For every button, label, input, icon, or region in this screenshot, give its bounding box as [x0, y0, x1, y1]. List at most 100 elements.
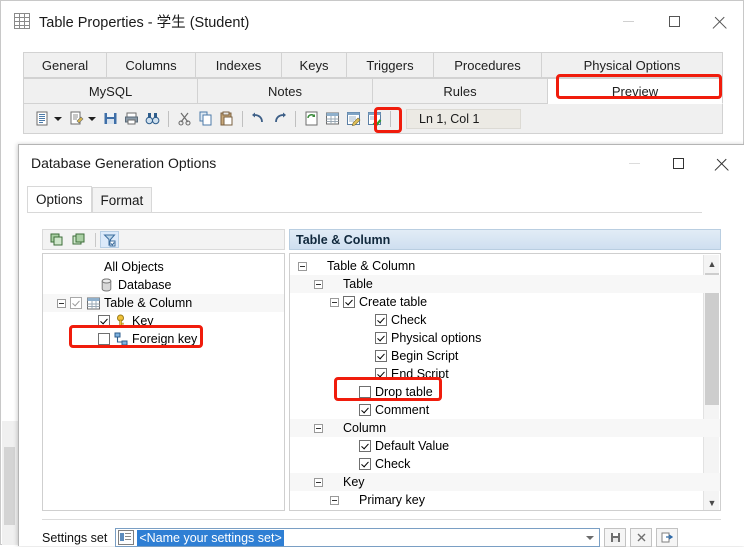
settings-set-combobox[interactable]: <Name your settings set> [115, 528, 601, 547]
collapse-icon[interactable] [57, 298, 66, 308]
tree-item-end-script[interactable]: End Script [290, 365, 720, 383]
tree-item-check[interactable]: Check [290, 455, 720, 473]
tab-indexes[interactable]: Indexes [196, 52, 282, 78]
checkbox-foreign-key[interactable] [98, 333, 110, 345]
minimize-icon [622, 20, 634, 22]
property-tabs-row-1: General Columns Indexes Keys Triggers Procedu… [23, 52, 723, 78]
generation-options-button[interactable] [343, 109, 363, 129]
minimize-icon [628, 162, 640, 164]
checkbox-default-value[interactable] [359, 440, 371, 452]
checkbox-comment[interactable] [359, 404, 371, 416]
options-tree[interactable]: ▲ ▼ Table & Column Table Create table Check… [289, 253, 721, 511]
tab-physical-options[interactable]: Physical Options [542, 52, 723, 78]
collapse-icon[interactable] [330, 495, 339, 505]
minimize-button[interactable] [605, 2, 651, 40]
chevron-down-icon[interactable] [87, 109, 97, 129]
tab-rules[interactable]: Rules [373, 78, 548, 104]
tree-item-label: All Objects [104, 260, 164, 274]
tree-item-column[interactable]: Column [290, 419, 720, 437]
checkbox-check[interactable] [375, 314, 387, 326]
object-tree[interactable]: All Objects Database Table & Column Key Fore… [42, 253, 285, 511]
key-icon [114, 314, 128, 328]
property-tabs-row-2: MySQL Notes Rules Preview [23, 78, 723, 104]
tab-notes[interactable]: Notes [198, 78, 373, 104]
collapse-icon[interactable] [314, 279, 323, 289]
settings-export-button[interactable] [656, 528, 679, 547]
tab-preview[interactable]: Preview [548, 78, 723, 104]
checkbox-check[interactable] [359, 458, 371, 470]
checkbox-create-table[interactable] [343, 296, 355, 308]
checkbox-key[interactable] [98, 315, 110, 327]
tree-item-create-table[interactable]: Create table [290, 293, 720, 311]
open-script-button[interactable] [66, 109, 86, 129]
select-all-objects-button[interactable] [47, 231, 66, 248]
tree-item-all-objects[interactable]: All Objects [43, 258, 284, 276]
collapse-icon[interactable] [314, 477, 323, 487]
tab-mysql[interactable]: MySQL [23, 78, 198, 104]
checkbox-end-script[interactable] [375, 368, 387, 380]
dialog-maximize-button[interactable] [656, 145, 700, 181]
grid-view-button[interactable] [322, 109, 342, 129]
redo-button[interactable] [269, 109, 289, 129]
tab-keys[interactable]: Keys [282, 52, 347, 78]
print-button[interactable] [121, 109, 141, 129]
tree-item-physical-options[interactable]: Physical options [290, 329, 720, 347]
deselect-all-objects-button[interactable] [69, 231, 88, 248]
tree-item-primary-key[interactable]: Primary key [290, 491, 720, 509]
checkbox-begin-script[interactable] [375, 350, 387, 362]
editor-scrollbar-thumb[interactable] [4, 447, 15, 525]
close-button[interactable] [697, 2, 743, 40]
tab-general[interactable]: General [23, 52, 107, 78]
execute-check-button[interactable] [364, 109, 384, 129]
copy-button[interactable] [195, 109, 215, 129]
settings-save-button[interactable] [604, 528, 627, 547]
collapse-icon[interactable] [298, 261, 307, 271]
checkbox-table-column[interactable] [70, 297, 82, 309]
tab-triggers[interactable]: Triggers [347, 52, 434, 78]
checkbox-physical-options[interactable] [375, 332, 387, 344]
tree-item-database[interactable]: Database [43, 276, 284, 294]
dialog-close-button[interactable] [700, 145, 744, 181]
chevron-down-icon[interactable] [53, 109, 63, 129]
table-grid-icon [86, 296, 100, 310]
cut-button[interactable] [174, 109, 194, 129]
refresh-button[interactable] [301, 109, 321, 129]
tree-item-table-column[interactable]: Table & Column [43, 294, 284, 312]
undo-button[interactable] [248, 109, 268, 129]
dialog-tab-options[interactable]: Options [27, 186, 92, 212]
tree-item-label: Check [375, 457, 411, 471]
chevron-down-icon[interactable] [586, 535, 595, 540]
save-button[interactable] [100, 109, 120, 129]
tree-item-begin-script[interactable]: Begin Script [290, 347, 720, 365]
dialog-minimize-button[interactable] [612, 145, 656, 181]
collapse-icon[interactable] [314, 423, 323, 433]
checkbox-drop-table[interactable] [359, 386, 371, 398]
maximize-icon [668, 15, 680, 27]
copy-layers-alt-icon [72, 233, 84, 244]
filter-objects-button[interactable] [100, 231, 119, 248]
dialog-tab-format[interactable]: Format [91, 187, 153, 212]
maximize-button[interactable] [651, 2, 697, 40]
new-script-button[interactable] [32, 109, 52, 129]
tree-item-table-column[interactable]: Table & Column [290, 257, 720, 275]
tree-item-key[interactable]: Key [290, 473, 720, 491]
tree-item-comment[interactable]: Comment [290, 401, 720, 419]
tree-item-label: Physical options [391, 331, 482, 345]
floppy-small-icon [610, 533, 620, 542]
tree-item-table[interactable]: Table [290, 275, 720, 293]
tree-item-default-value[interactable]: Default Value [290, 437, 720, 455]
tab-procedures[interactable]: Procedures [434, 52, 542, 78]
tree-item-drop-table[interactable]: Drop table [290, 383, 720, 401]
tree-item-check[interactable]: Check [290, 311, 720, 329]
paste-button[interactable] [216, 109, 236, 129]
table-icon [14, 13, 30, 29]
tree-item-key[interactable]: Key [43, 312, 284, 330]
tree-item-foreign-key[interactable]: Foreign key [43, 330, 284, 348]
tab-columns[interactable]: Columns [107, 52, 196, 78]
cursor-position-status: Ln 1, Col 1 [406, 108, 521, 129]
toolbar-separator [295, 110, 296, 127]
settings-delete-button[interactable] [630, 528, 653, 547]
collapse-icon[interactable] [330, 297, 339, 307]
find-button[interactable] [142, 109, 162, 129]
scissors-icon [177, 112, 191, 126]
